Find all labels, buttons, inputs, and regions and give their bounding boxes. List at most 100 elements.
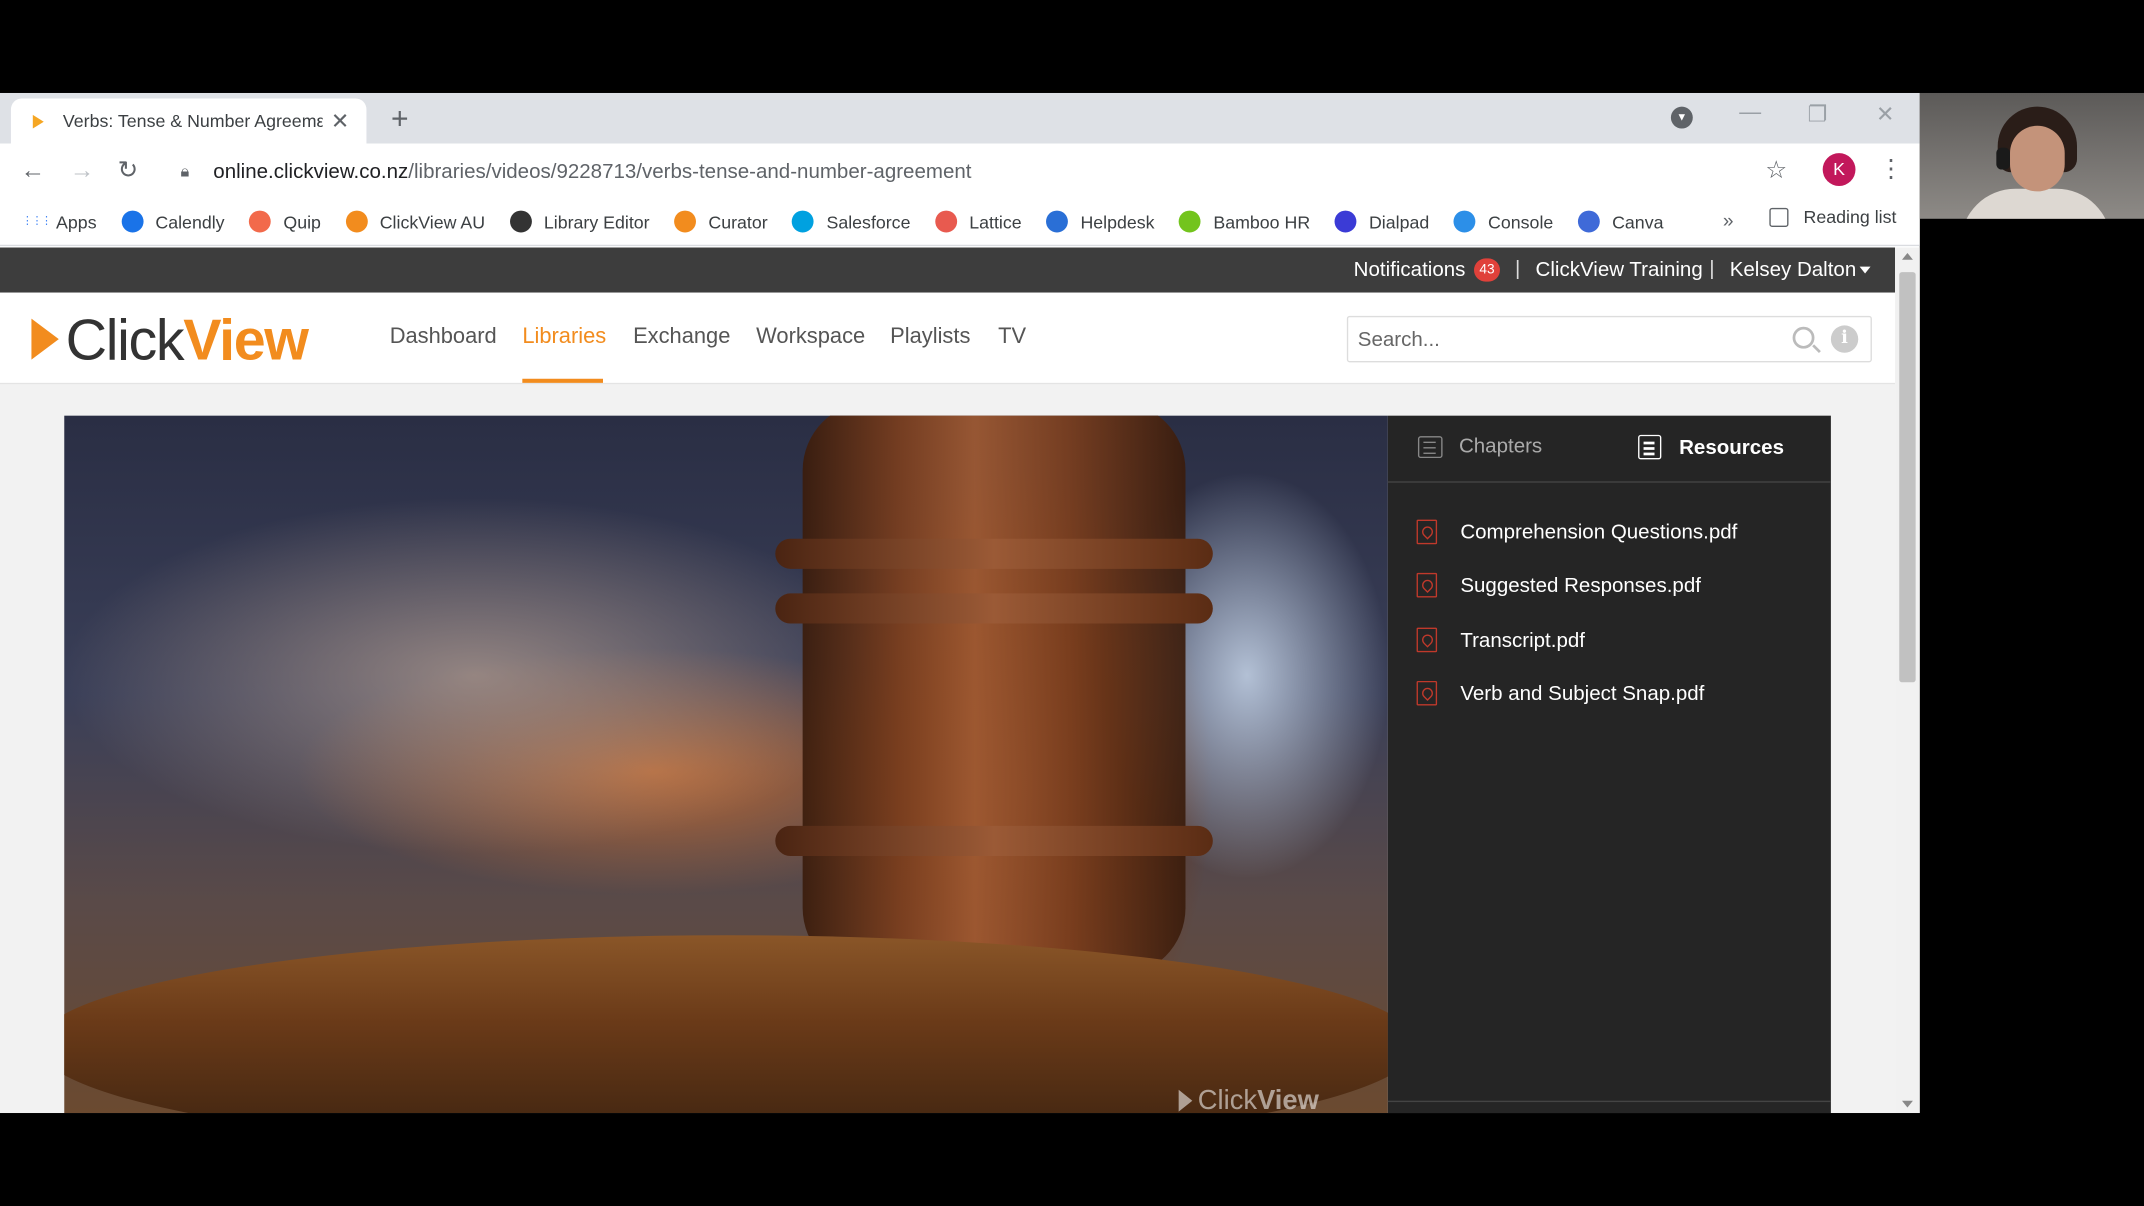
- user-menu[interactable]: Kelsey Dalton: [1730, 258, 1857, 281]
- page-scrollbar[interactable]: [1895, 247, 1920, 1114]
- reading-list-icon: [1769, 207, 1789, 227]
- bookmark-salesforce[interactable]: Salesforce: [792, 210, 911, 233]
- nav-workspace[interactable]: Workspace: [756, 325, 865, 350]
- tab-resources[interactable]: Resources: [1638, 434, 1785, 460]
- quip-icon: [249, 210, 272, 233]
- clickview-logo-icon[interactable]: [31, 318, 59, 360]
- console-icon: [1453, 210, 1476, 233]
- notification-count-badge: 43: [1474, 258, 1500, 282]
- bookmark-helpdesk[interactable]: Helpdesk: [1046, 210, 1155, 233]
- clickview-logo[interactable]: ClickView: [66, 307, 309, 374]
- info-icon[interactable]: i: [1830, 325, 1859, 353]
- scroll-up-icon[interactable]: [1901, 252, 1913, 260]
- bookmark-dialpad[interactable]: Dialpad: [1334, 210, 1430, 233]
- nav-tv[interactable]: TV: [998, 325, 1026, 350]
- bookmark-apps[interactable]: ⋮⋮⋮ Apps: [22, 211, 97, 233]
- resource-item[interactable]: Transcript.pdf: [1416, 627, 1585, 653]
- profile-avatar[interactable]: K: [1822, 153, 1856, 186]
- site-header: ClickView Dashboard Libraries Exchange W…: [0, 292, 1896, 385]
- search-icon[interactable]: [1792, 326, 1815, 349]
- screen: Verbs: Tense & Number Agreemε ✕ + ▼ — ❐ …: [0, 0, 2144, 1206]
- resource-label: Suggested Responses.pdf: [1460, 573, 1701, 597]
- caret-down-icon[interactable]: [1859, 266, 1871, 274]
- scroll-thumb[interactable]: [1899, 272, 1916, 683]
- headset-icon: [1996, 147, 2011, 170]
- resource-label: Comprehension Questions.pdf: [1460, 520, 1738, 544]
- list-icon: [1417, 435, 1443, 458]
- library-editor-icon: [509, 210, 532, 233]
- bookmark-quip[interactable]: Quip: [249, 210, 321, 233]
- clickview-watermark: ClickView: [1178, 1085, 1319, 1114]
- canva-icon: [1577, 210, 1600, 233]
- search-input[interactable]: [1348, 317, 1773, 361]
- nav-exchange[interactable]: Exchange: [633, 325, 730, 350]
- tab-chapters[interactable]: Chapters: [1417, 435, 1542, 458]
- reload-icon[interactable]: ↻: [118, 156, 139, 185]
- salesforce-icon: [792, 210, 815, 233]
- resource-label: Verb and Subject Snap.pdf: [1460, 681, 1705, 705]
- organization-link[interactable]: ClickView Training: [1536, 258, 1703, 281]
- logo-view-text: View: [183, 307, 309, 372]
- calendly-icon: [121, 210, 144, 233]
- bookmark-console[interactable]: Console: [1453, 210, 1554, 233]
- nav-dashboard[interactable]: Dashboard: [390, 325, 497, 350]
- pdf-icon: [1416, 680, 1438, 706]
- resources-panel: Chapters Resources Comprehension Questio…: [1387, 415, 1831, 1114]
- bookmark-calendly[interactable]: Calendly: [121, 210, 225, 233]
- pdf-icon: [1416, 627, 1438, 653]
- back-arrow-icon[interactable]: ←: [21, 156, 46, 185]
- window-close-icon[interactable]: ✕: [1876, 101, 1894, 128]
- nav-playlists[interactable]: Playlists: [890, 325, 970, 350]
- resource-label: Transcript.pdf: [1460, 628, 1585, 652]
- curator-icon: [674, 210, 697, 233]
- bookmark-label: Apps: [56, 211, 97, 232]
- gavel-ring: [775, 593, 1213, 624]
- bookmark-bamboo-hr[interactable]: Bamboo HR: [1179, 210, 1310, 233]
- more-bookmarks-icon[interactable]: »: [1723, 209, 1734, 231]
- scroll-down-icon[interactable]: [1901, 1100, 1913, 1108]
- browser-tab[interactable]: Verbs: Tense & Number Agreemε ✕: [10, 98, 367, 144]
- bookmark-canva[interactable]: Canva: [1577, 210, 1663, 233]
- webcam-feed: [1919, 92, 2144, 219]
- bamboohr-icon: [1179, 210, 1202, 233]
- panel-tabs: Chapters Resources: [1387, 416, 1831, 483]
- bookmark-curator[interactable]: Curator: [674, 210, 768, 233]
- restore-icon[interactable]: ❐: [1808, 101, 1828, 128]
- address-bar[interactable]: 🔒︎ online.clickview.co.nz/libraries/vide…: [167, 149, 1808, 193]
- bookmark-star-icon[interactable]: ☆: [1765, 156, 1787, 185]
- bookmark-label: Salesforce: [826, 211, 911, 232]
- close-icon[interactable]: ✕: [331, 107, 349, 134]
- bookmark-label: Calendly: [155, 211, 225, 232]
- bookmark-label: Curator: [708, 211, 768, 232]
- divider: |: [1515, 257, 1521, 281]
- reading-list-button[interactable]: Reading list: [1769, 206, 1896, 227]
- tab-resources-label: Resources: [1679, 435, 1785, 459]
- more-menu-icon[interactable]: ⋮: [1879, 155, 1904, 184]
- resource-item[interactable]: Verb and Subject Snap.pdf: [1416, 680, 1705, 706]
- bookmark-label: Dialpad: [1368, 211, 1430, 232]
- play-triangle-icon: [1178, 1089, 1193, 1112]
- user-bar: Notifications 43 | ClickView Training | …: [0, 247, 1896, 293]
- url-text: online.clickview.co.nz/libraries/videos/…: [213, 159, 971, 182]
- new-tab-button[interactable]: +: [391, 101, 409, 137]
- nav-libraries[interactable]: Libraries: [522, 325, 606, 350]
- bookmark-clickview-au[interactable]: ClickView AU: [345, 210, 485, 233]
- forward-arrow-icon[interactable]: →: [70, 156, 95, 185]
- bookmark-library-editor[interactable]: Library Editor: [509, 210, 650, 233]
- bookmark-label: Lattice: [969, 211, 1022, 232]
- bookmark-label: Console: [1488, 211, 1554, 232]
- minimize-icon[interactable]: —: [1739, 101, 1761, 126]
- watermark-view-text: View: [1257, 1085, 1319, 1114]
- notifications-link[interactable]: Notifications: [1354, 258, 1466, 281]
- resource-item[interactable]: Comprehension Questions.pdf: [1416, 519, 1738, 545]
- person-face: [2010, 125, 2065, 192]
- url-path: /libraries/videos/9228713/verbs-tense-an…: [408, 159, 972, 183]
- bookmarks-bar: ⋮⋮⋮ Apps Calendly Quip ClickView AU Library E…: [0, 198, 1920, 247]
- video-player[interactable]: ClickView: [64, 415, 1388, 1114]
- chevron-down-icon[interactable]: ▼: [1670, 106, 1693, 129]
- resource-item[interactable]: Suggested Responses.pdf: [1416, 572, 1701, 598]
- bookmark-lattice[interactable]: Lattice: [935, 210, 1022, 233]
- browser-toolbar: ← → ↻ 🔒︎ online.clickview.co.nz/librarie…: [0, 143, 1920, 199]
- clickview-page: Notifications 43 | ClickView Training | …: [0, 247, 1896, 1114]
- lattice-icon: [935, 210, 957, 233]
